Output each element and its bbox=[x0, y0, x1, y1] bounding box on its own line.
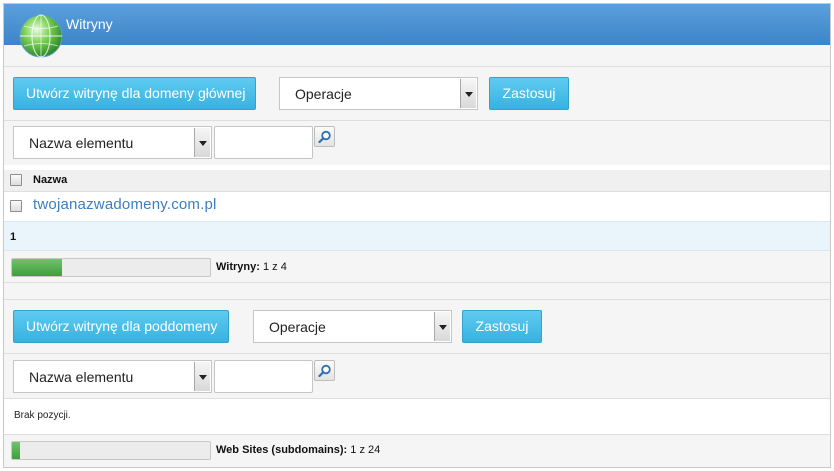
divider bbox=[4, 282, 830, 283]
search-icon bbox=[318, 130, 331, 144]
row-checkbox[interactable] bbox=[10, 200, 22, 212]
panel-title: Witryny bbox=[66, 16, 113, 32]
select-all-checkbox[interactable] bbox=[10, 174, 22, 186]
table-header: Nazwa bbox=[4, 170, 830, 192]
operations-select-sub[interactable]: Operacje bbox=[253, 310, 452, 343]
operations-select[interactable]: Operacje bbox=[279, 77, 478, 110]
search-button[interactable] bbox=[314, 126, 335, 147]
chevron-down-icon[interactable] bbox=[434, 312, 450, 341]
subdomains-usage-value: 1 z 24 bbox=[350, 444, 381, 456]
subdomains-usage-label: Web Sites (subdomains): bbox=[216, 444, 348, 456]
sites-table: Nazwa twojanazwadomeny.com.pl bbox=[4, 165, 830, 221]
page-number[interactable]: 1 bbox=[10, 231, 16, 243]
create-site-main-domain-button[interactable]: Utwórz witrynę dla domeny głównej bbox=[13, 77, 256, 110]
column-header-name: Nazwa bbox=[33, 174, 68, 186]
sites-usage-fill bbox=[12, 259, 62, 276]
filter-field-select-sub[interactable]: Nazwa elementu bbox=[13, 360, 212, 393]
operations-select-value: Operacje bbox=[295, 86, 352, 102]
divider bbox=[4, 299, 830, 300]
create-site-subdomain-button[interactable]: Utwórz witrynę dla poddomeny bbox=[13, 310, 229, 343]
filter-field-select-value: Nazwa elementu bbox=[29, 135, 134, 151]
sites-usage-bar bbox=[11, 258, 211, 277]
subdomains-usage-fill bbox=[12, 442, 21, 459]
divider bbox=[4, 120, 830, 121]
panel-header: Witryny bbox=[4, 4, 830, 45]
filter-search-input[interactable] bbox=[214, 126, 313, 159]
operations-select-sub-value: Operacje bbox=[269, 319, 326, 335]
chevron-down-icon[interactable] bbox=[194, 362, 210, 391]
subdomains-usage-bar bbox=[11, 441, 211, 460]
subdomain-table: Brak pozycji. bbox=[4, 399, 830, 434]
site-link[interactable]: twojanazwadomeny.com.pl bbox=[33, 196, 217, 213]
divider bbox=[4, 434, 830, 435]
pagination: 1 bbox=[4, 221, 830, 251]
filter-field-select-sub-value: Nazwa elementu bbox=[29, 369, 134, 385]
apply-button[interactable]: Zastosuj bbox=[489, 77, 569, 110]
apply-button-sub[interactable]: Zastosuj bbox=[462, 310, 542, 343]
chevron-down-icon[interactable] bbox=[194, 128, 210, 157]
search-icon bbox=[318, 364, 331, 378]
divider bbox=[4, 353, 830, 354]
filter-field-select[interactable]: Nazwa elementu bbox=[13, 126, 212, 159]
sites-usage-text: Witryny: 1 z 4 bbox=[216, 261, 287, 273]
search-button-sub[interactable] bbox=[314, 360, 335, 381]
sites-usage-value: 1 z 4 bbox=[262, 261, 287, 273]
subdomains-usage-text: Web Sites (subdomains): 1 z 24 bbox=[216, 444, 380, 456]
globe-icon bbox=[18, 13, 64, 59]
filter-search-input-sub[interactable] bbox=[214, 360, 313, 393]
chevron-down-icon[interactable] bbox=[460, 79, 476, 108]
divider bbox=[4, 66, 830, 67]
sites-usage-label: Witryny: bbox=[216, 261, 260, 273]
websites-panel: Witryny Utwórz witrynę dla domeny główne… bbox=[3, 3, 831, 468]
empty-message: Brak pozycji. bbox=[14, 410, 71, 421]
